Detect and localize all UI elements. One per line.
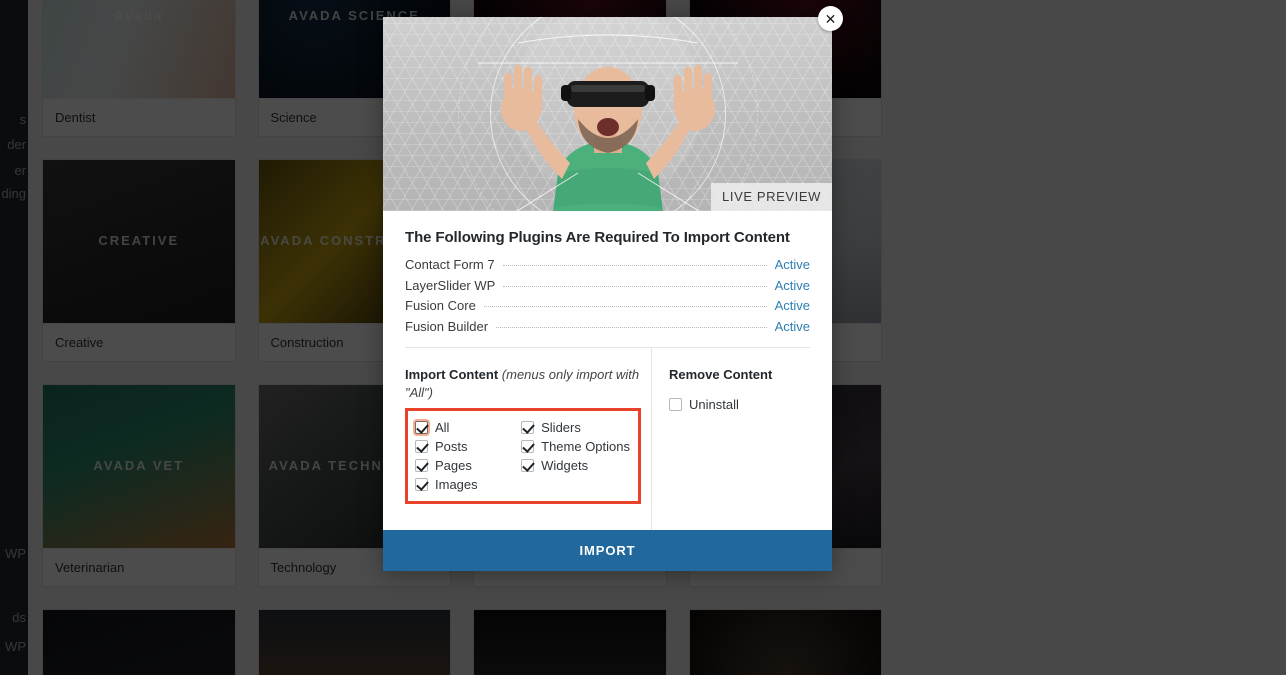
plugin-list: Contact Form 7 Active LayerSlider WP Active… xyxy=(405,257,810,334)
checkbox-label: Widgets xyxy=(541,458,589,474)
checkbox-row[interactable]: All xyxy=(415,418,521,437)
checkbox-row[interactable]: Posts xyxy=(415,437,521,456)
import-options-left: All Posts Pages Images xyxy=(415,418,521,494)
close-icon[interactable]: ✕ xyxy=(818,6,843,31)
plugin-dot-leader xyxy=(502,265,767,266)
checkbox-all[interactable] xyxy=(415,421,428,435)
demo-preview-image: LIVE PREVIEW xyxy=(383,17,832,211)
checkbox-posts[interactable] xyxy=(415,440,428,454)
options-columns: Import Content (menus only import with "… xyxy=(383,347,832,531)
plugin-row: Fusion Core Active xyxy=(405,298,810,313)
import-options-highlight-box: All Posts Pages Images Sliders Theme Options… xyxy=(405,408,641,505)
checkbox-sliders[interactable] xyxy=(521,421,535,435)
import-demo-modal: LIVE PREVIEW ✕ The Following Plugins Are… xyxy=(383,6,843,571)
remove-content-heading: Remove Content xyxy=(669,366,773,382)
remove-options-list: Uninstall xyxy=(669,395,832,414)
plugin-name: Fusion Core xyxy=(405,298,476,313)
plugins-required-title: The Following Plugins Are Required To Im… xyxy=(405,229,790,246)
remove-content-column: Remove Content Uninstall xyxy=(651,347,832,530)
checkbox-label: All xyxy=(435,420,450,436)
plugin-dot-leader xyxy=(483,306,767,307)
checkbox-row[interactable]: Sliders xyxy=(521,418,630,437)
plugin-status[interactable]: Active xyxy=(775,319,810,334)
checkbox-row[interactable]: Theme Options xyxy=(521,437,630,456)
checkbox-label: Posts xyxy=(435,439,468,455)
plugin-dot-leader xyxy=(496,326,767,328)
checkbox-uninstall[interactable] xyxy=(669,398,682,412)
import-content-column: Import Content (menus only import with "… xyxy=(383,348,651,531)
checkbox-label: Theme Options xyxy=(541,439,630,455)
checkbox-pages[interactable] xyxy=(415,459,428,473)
checkbox-row[interactable]: Widgets xyxy=(521,456,630,475)
plugin-status[interactable]: Active xyxy=(775,298,810,313)
plugin-name: Fusion Builder xyxy=(405,318,489,334)
checkbox-label: Sliders xyxy=(541,420,581,436)
page-root: s der er ding WP ds WP AvadaDentistAVADA… xyxy=(0,0,1286,675)
plugin-status[interactable]: Active xyxy=(775,257,810,272)
modal-body: The Following Plugins Are Required To Im… xyxy=(383,211,832,348)
plugin-name: Contact Form 7 xyxy=(405,257,495,272)
plugin-row: Contact Form 7 Active xyxy=(405,257,810,272)
checkbox-row[interactable]: Images xyxy=(415,475,521,494)
live-preview-label[interactable]: LIVE PREVIEW xyxy=(711,183,832,211)
checkbox-widgets[interactable] xyxy=(521,459,535,473)
plugin-name: LayerSlider WP xyxy=(405,277,496,293)
plugin-row: Fusion Builder Active xyxy=(405,319,810,334)
import-content-heading: Import Content (menus only import with "… xyxy=(405,366,651,404)
import-button[interactable]: IMPORT xyxy=(383,530,832,571)
plugin-dot-leader xyxy=(503,285,767,287)
checkbox-row[interactable]: Pages xyxy=(415,456,521,475)
checkbox-label: Pages xyxy=(435,458,472,474)
checkbox-row[interactable]: Uninstall xyxy=(669,395,832,414)
import-content-heading-label: Import Content xyxy=(405,366,499,382)
checkbox-label: Uninstall xyxy=(689,397,739,413)
import-options-right: Sliders Theme Options Widgets xyxy=(521,418,630,494)
plugin-status[interactable]: Active xyxy=(775,278,810,293)
checkbox-images[interactable] xyxy=(415,478,428,492)
plugin-row: LayerSlider WP Active xyxy=(405,278,810,293)
checkbox-theme-options[interactable] xyxy=(521,440,535,454)
checkbox-label: Images xyxy=(435,477,478,493)
